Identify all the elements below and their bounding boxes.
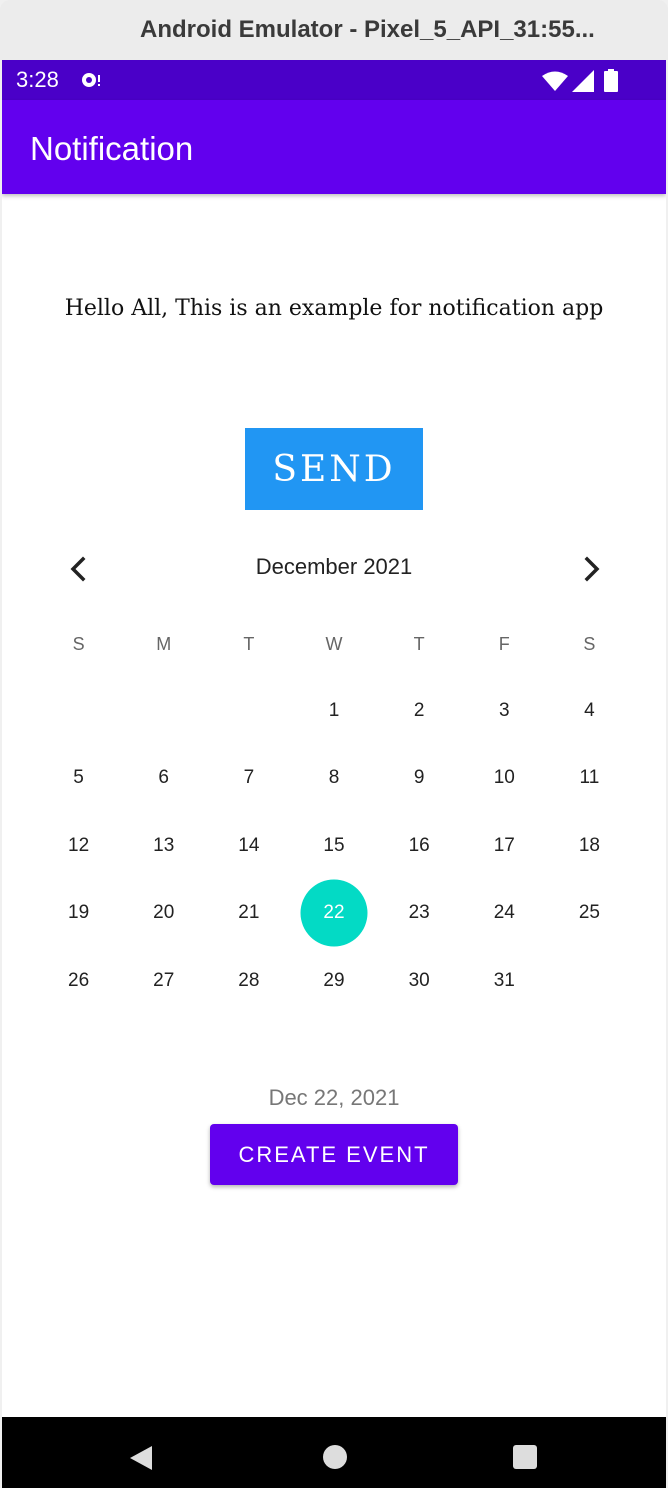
weekday-label: S	[583, 634, 596, 654]
selected-date-label: Dec 22, 2021	[268, 1085, 400, 1110]
weekday-label: T	[413, 634, 425, 654]
day-number: 3	[498, 699, 510, 721]
notification-icon	[82, 73, 100, 87]
signal-icon	[572, 70, 594, 92]
emulator-titlebar: Android Emulator - Pixel_5_API_31:55...	[0, 0, 668, 60]
day-number: 22	[323, 902, 345, 924]
day-cell[interactable]: 24	[462, 880, 547, 948]
day-cell[interactable]: 6	[121, 745, 206, 813]
send-button[interactable]: SEND	[245, 428, 423, 510]
day-number: 9	[413, 767, 425, 789]
weekday-label: F	[498, 634, 510, 654]
empty-day-cell	[121, 677, 206, 745]
weekday-label: W	[325, 634, 343, 654]
day-cell[interactable]: 20	[121, 880, 206, 948]
day-cell[interactable]: 28	[206, 947, 291, 1015]
day-number: 29	[323, 969, 345, 991]
weekday-label: S	[72, 634, 85, 654]
day-number: 17	[493, 834, 515, 856]
status-bar: 3:28	[2, 60, 666, 100]
day-number: 27	[153, 969, 175, 991]
status-time: 3:28	[16, 67, 59, 92]
chevron-right-icon[interactable]	[576, 554, 606, 584]
recents-icon[interactable]	[512, 1444, 538, 1470]
day-number: 1	[328, 699, 340, 721]
wifi-icon	[542, 71, 568, 91]
day-cell-selected[interactable]: 22	[291, 880, 376, 948]
window-title: Android Emulator - Pixel_5_API_31:55...	[140, 16, 595, 43]
day-number: 28	[238, 969, 260, 991]
day-cell[interactable]: 11	[547, 745, 632, 813]
day-cell[interactable]: 3	[462, 677, 547, 745]
day-cell[interactable]: 10	[462, 745, 547, 813]
message-text: Hello All, This is an example for notifi…	[64, 296, 604, 321]
day-number: 16	[408, 834, 430, 856]
day-cell[interactable]: 16	[377, 812, 462, 880]
day-number: 14	[238, 834, 260, 856]
day-cell[interactable]: 4	[547, 677, 632, 745]
day-number: 24	[493, 902, 515, 924]
day-cell[interactable]: 15	[291, 812, 376, 880]
calendar-weekdays: SMTWTFS	[36, 634, 632, 664]
day-cell[interactable]: 8	[291, 745, 376, 813]
day-cell[interactable]: 17	[462, 812, 547, 880]
empty-day-cell	[36, 677, 121, 745]
day-cell[interactable]: 14	[206, 812, 291, 880]
day-number: 21	[238, 902, 260, 924]
day-cell[interactable]: 7	[206, 745, 291, 813]
app-title: Notification	[30, 130, 194, 167]
back-icon[interactable]	[128, 1444, 154, 1472]
day-number: 18	[578, 834, 600, 856]
create-event-button[interactable]: CREATE EVENT	[210, 1124, 458, 1185]
calendar-header: December 2021	[2, 548, 666, 588]
day-number: 5	[73, 767, 84, 789]
day-cell[interactable]: 19	[36, 880, 121, 948]
day-number: 31	[493, 969, 515, 991]
day-number: 26	[68, 969, 90, 991]
day-cell[interactable]: 31	[462, 947, 547, 1015]
empty-day-cell	[206, 677, 291, 745]
day-number: 30	[408, 969, 430, 991]
day-number: 15	[323, 834, 345, 856]
day-cell[interactable]: 9	[377, 745, 462, 813]
day-number: 13	[153, 834, 175, 856]
day-number: 20	[153, 902, 175, 924]
calendar-month-label: December 2021	[255, 554, 413, 579]
device-screen: 3:28 Notification Hello All, This is an …	[2, 60, 666, 1488]
day-cell[interactable]: 5	[36, 745, 121, 813]
day-cell[interactable]: 25	[547, 880, 632, 948]
weekday-label: M	[156, 634, 172, 654]
day-number: 23	[408, 902, 430, 924]
day-cell[interactable]: 29	[291, 947, 376, 1015]
day-cell[interactable]: 12	[36, 812, 121, 880]
day-number: 6	[158, 767, 169, 789]
home-icon[interactable]	[322, 1444, 348, 1470]
day-cell[interactable]: 23	[377, 880, 462, 948]
calendar-grid: 1 2 3 4 5 6 7 8 9 10 11 12 13 14 15 16 17 18 19 20 21 22 23 24 2…	[36, 677, 632, 1015]
day-cell[interactable]: 30	[377, 947, 462, 1015]
day-number: 4	[584, 699, 595, 721]
day-number: 10	[493, 767, 515, 789]
day-number: 7	[243, 767, 255, 789]
day-cell[interactable]: 27	[121, 947, 206, 1015]
day-cell[interactable]: 18	[547, 812, 632, 880]
day-cell[interactable]: 26	[36, 947, 121, 1015]
day-number: 19	[68, 902, 90, 924]
weekday-label: T	[243, 634, 255, 654]
system-nav-bar	[2, 1417, 666, 1488]
day-number: 2	[413, 699, 425, 721]
app-bar: Notification	[2, 100, 666, 194]
day-number: 12	[68, 834, 90, 856]
day-cell[interactable]: 2	[377, 677, 462, 745]
day-cell[interactable]: 21	[206, 880, 291, 948]
battery-icon	[604, 69, 618, 92]
day-number: 25	[578, 902, 600, 924]
day-number: 11	[579, 767, 600, 789]
day-number: 8	[328, 767, 340, 789]
day-cell[interactable]: 13	[121, 812, 206, 880]
day-cell[interactable]: 1	[291, 677, 376, 745]
